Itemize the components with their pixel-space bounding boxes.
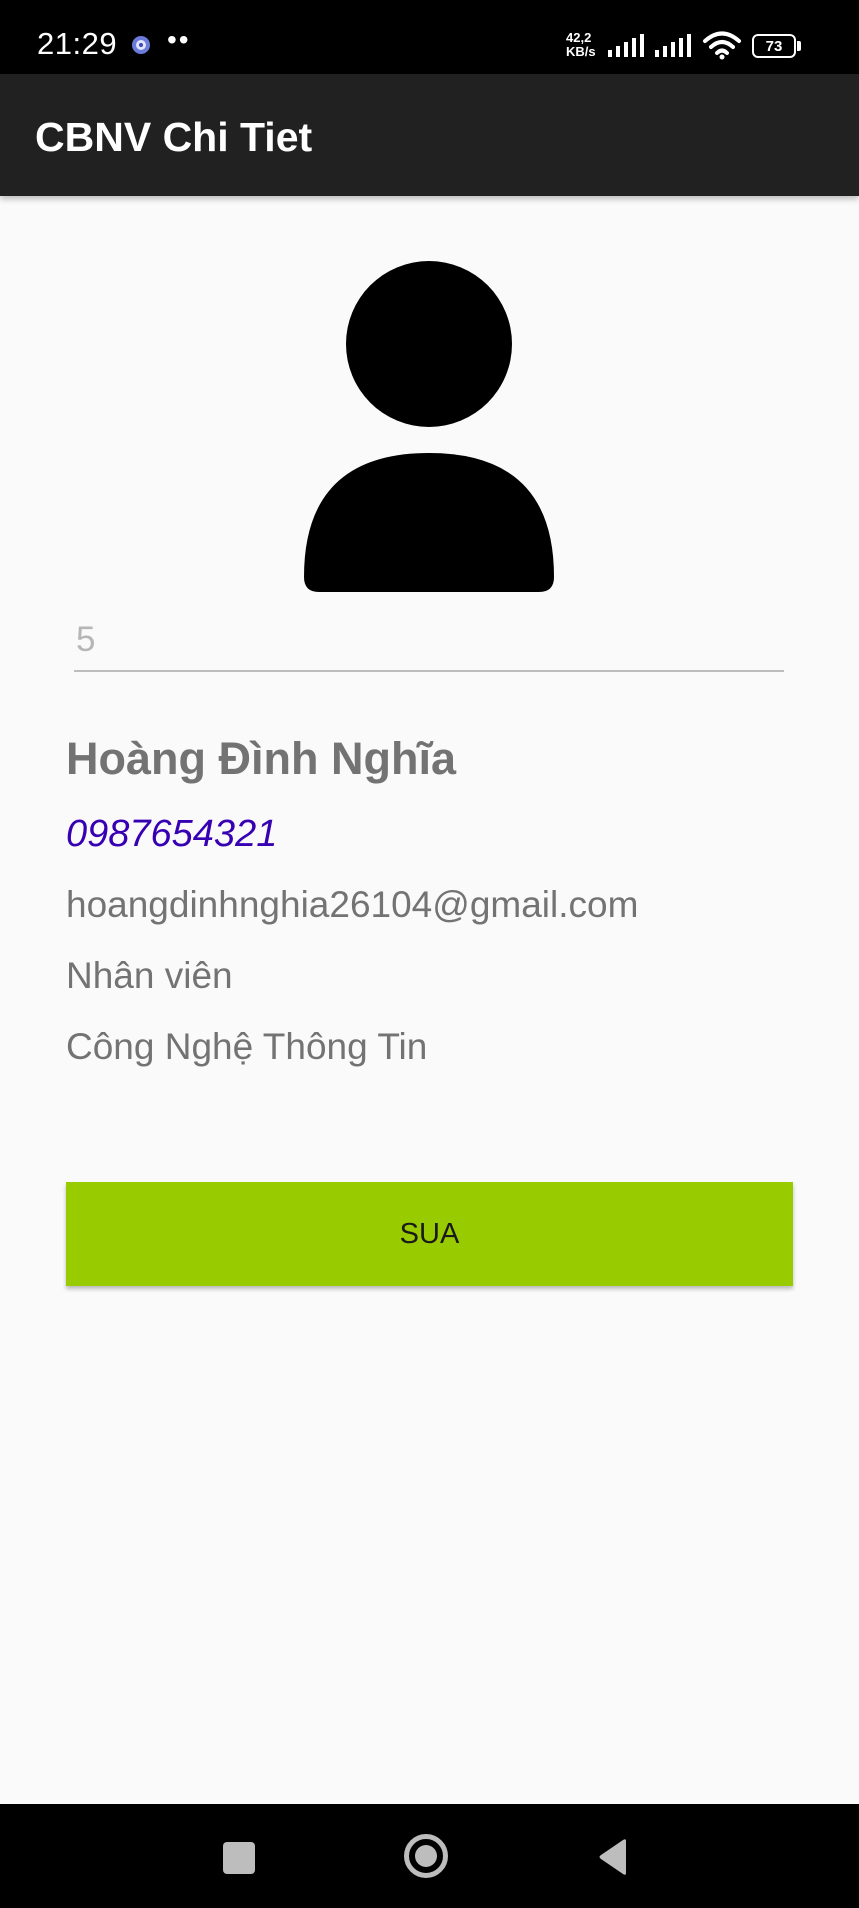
battery-level: 73 <box>752 34 796 58</box>
network-speed-unit: KB/s <box>566 44 596 59</box>
employee-id-field[interactable]: 5 <box>74 612 784 672</box>
app-notification-icon <box>132 36 150 54</box>
recent-apps-square-icon[interactable] <box>223 1842 255 1874</box>
network-speed: 42,2 KB/s <box>566 31 606 59</box>
battery-tip <box>797 41 801 51</box>
employee-role: Nhân viên <box>66 955 233 996</box>
employee-id-value: 5 <box>76 620 96 659</box>
app-bar: CBNV Chi Tiet <box>0 74 859 196</box>
cell-signal-icon <box>655 34 691 57</box>
system-nav-bar <box>0 1804 859 1908</box>
home-circle-icon[interactable] <box>404 1834 448 1878</box>
status-bar: 21:29 •• 42,2 KB/s 73 <box>0 0 859 74</box>
network-speed-value: 42,2 <box>566 30 592 45</box>
status-time: 21:29 <box>37 26 118 61</box>
employee-email: hoangdinhnghia26104@gmail.com <box>66 884 639 925</box>
edit-button[interactable]: SUA <box>66 1182 793 1286</box>
employee-department: Công Nghệ Thông Tin <box>66 1026 428 1067</box>
employee-name: Hoàng Đình Nghĩa <box>66 733 456 784</box>
person-icon <box>304 261 554 592</box>
page-title: CBNV Chi Tiet <box>35 114 313 160</box>
wifi-icon <box>703 31 741 60</box>
cell-signal-icon <box>608 34 644 57</box>
employee-phone: 0987654321 <box>66 813 278 855</box>
back-triangle-icon[interactable] <box>597 1838 629 1876</box>
home-circle-inner <box>415 1845 437 1867</box>
battery-icon: 73 <box>752 34 802 58</box>
notification-dots: •• <box>167 24 191 55</box>
